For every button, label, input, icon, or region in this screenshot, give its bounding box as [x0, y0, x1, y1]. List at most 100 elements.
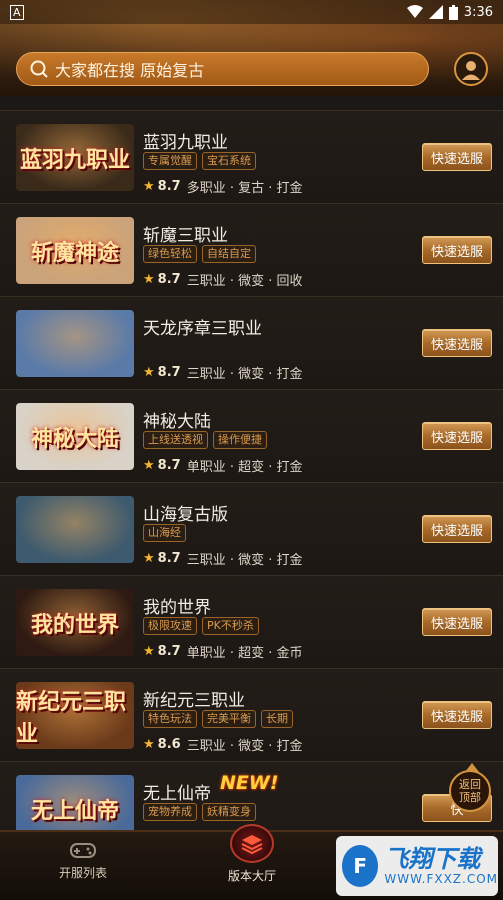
game-tag: 绿色轻松: [143, 245, 197, 263]
star-icon: ★: [143, 551, 155, 566]
game-tag: 完美平衡: [202, 710, 256, 728]
game-thumbnail[interactable]: 神秘大陆: [16, 403, 134, 470]
user-icon: [462, 61, 480, 80]
game-tag: 宝石系统: [202, 152, 256, 170]
app-notification-icon: A: [10, 4, 24, 20]
game-thumbnail[interactable]: 新纪元三职业: [16, 682, 134, 749]
game-score: 8.6: [157, 737, 181, 752]
game-meta: ★ 8.7 单职业 · 超变 · 打金: [143, 456, 302, 475]
game-row[interactable]: 神秘大陆 神秘大陆 上线送透视 操作便捷 ★ 8.7 单职业 · 超变 · 打金 快速选服: [0, 389, 503, 482]
game-row[interactable]: 我的世界 我的世界 极限攻速 PK不秒杀 ★ 8.7 单职业 · 超变 · 金币 快速选服: [0, 575, 503, 668]
star-icon: ★: [143, 179, 155, 194]
game-info: 三职业 · 微变 · 回收: [186, 274, 303, 289]
game-tags: 上线送透视 操作便捷: [143, 431, 267, 449]
game-title[interactable]: 神秘大陆: [143, 407, 211, 432]
game-tags: 山海经: [143, 524, 186, 542]
layers-icon: [230, 824, 274, 863]
quick-select-server-button[interactable]: 快速选服: [422, 701, 492, 729]
gamepad-icon: [70, 843, 96, 858]
game-score: 8.7: [157, 458, 181, 473]
quick-select-server-button[interactable]: 快速选服: [422, 608, 492, 636]
game-thumbnail[interactable]: [16, 496, 134, 563]
quick-select-server-button[interactable]: 快速选服: [422, 236, 492, 264]
game-title[interactable]: 天龙序章三职业: [143, 314, 262, 339]
game-tag: 自结自定: [202, 245, 256, 263]
signal-icon: [428, 5, 443, 19]
game-thumbnail[interactable]: 蓝羽九职业: [16, 124, 134, 191]
game-row[interactable]: 天龙序章三职业 ★ 8.7 三职业 · 微变 · 打金 快速选服: [0, 296, 503, 389]
nav-version-hall[interactable]: 版本大厅: [210, 824, 294, 884]
new-badge: NEW!: [220, 772, 279, 794]
game-score: 8.7: [157, 551, 181, 566]
game-meta: ★ 8.6 三职业 · 微变 · 打金: [143, 735, 302, 754]
watermark-logo-icon: F: [342, 845, 379, 887]
clock: 3:36: [463, 4, 493, 20]
game-tag: 极限攻速: [143, 617, 197, 635]
star-icon: ★: [143, 365, 155, 380]
quick-select-server-button[interactable]: 快速选服: [422, 515, 492, 543]
game-tag: 特色玩法: [143, 710, 197, 728]
search-placeholder: 大家都在搜 原始复古: [55, 61, 205, 80]
game-row[interactable]: 新纪元三职业 新纪元三职业 特色玩法 完美平衡 长期 ★ 8.6 三职业 · 微变 · 打金 快…: [0, 668, 503, 761]
game-tag: 专属觉醒: [143, 152, 197, 170]
nav-server-list[interactable]: 开服列表: [33, 840, 133, 881]
nav-version-hall-label: 版本大厅: [227, 869, 276, 883]
search-bar[interactable]: 大家都在搜 原始复古: [16, 52, 429, 86]
game-score: 8.7: [157, 365, 181, 380]
game-info: 多职业 · 复古 · 打金: [186, 181, 303, 196]
game-tags: 专属觉醒 宝石系统: [143, 152, 256, 170]
game-score: 8.7: [157, 272, 181, 287]
quick-select-server-button[interactable]: 快速选服: [422, 329, 492, 357]
game-meta: ★ 8.7 三职业 · 微变 · 打金: [143, 363, 302, 382]
back-to-top-label: 返回 顶部: [459, 778, 481, 804]
game-info: 单职业 · 超变 · 金币: [186, 646, 303, 661]
game-tag: 宠物养成: [143, 803, 197, 821]
game-title[interactable]: 新纪元三职业: [143, 686, 245, 711]
game-score: 8.7: [157, 644, 181, 659]
game-meta: ★ 8.7 三职业 · 微变 · 回收: [143, 270, 302, 289]
game-thumbnail[interactable]: 斩魔神途: [16, 217, 134, 284]
game-row[interactable]: 蓝羽九职业 蓝羽九职业 专属觉醒 宝石系统 ★ 8.7 多职业 · 复古 · 打金 快速选服: [0, 110, 503, 203]
site-watermark: F 飞翔下载 WWW.FXXZ.COM: [336, 836, 498, 896]
game-info: 三职业 · 微变 · 打金: [186, 553, 303, 568]
game-tags: 绿色轻松 自结自定: [143, 245, 256, 263]
game-tags: 特色玩法 完美平衡 长期: [143, 710, 293, 728]
game-meta: ★ 8.7 三职业 · 微变 · 打金: [143, 549, 302, 568]
battery-icon: [448, 4, 458, 20]
star-icon: ★: [143, 737, 155, 752]
game-title[interactable]: 斩魔三职业: [143, 221, 228, 246]
game-meta: ★ 8.7 多职业 · 复古 · 打金: [143, 177, 302, 196]
star-icon: ★: [143, 272, 155, 287]
watermark-url: WWW.FXXZ.COM: [384, 872, 498, 886]
game-tag: 长期: [261, 710, 293, 728]
game-tag: 妖精变身: [202, 803, 256, 821]
game-info: 单职业 · 超变 · 打金: [186, 460, 303, 475]
game-title[interactable]: 蓝羽九职业: [143, 128, 228, 153]
game-title[interactable]: 我的世界: [143, 593, 211, 618]
quick-select-server-button[interactable]: 快速选服: [422, 143, 492, 171]
game-thumbnail[interactable]: [16, 310, 134, 377]
game-tag: PK不秒杀: [202, 617, 259, 635]
game-tags: 宠物养成 妖精变身: [143, 803, 256, 821]
back-to-top-button[interactable]: 返回 顶部: [449, 763, 491, 812]
game-title[interactable]: 山海复古版: [143, 500, 228, 525]
game-tags: 极限攻速 PK不秒杀: [143, 617, 259, 635]
game-info: 三职业 · 微变 · 打金: [186, 739, 303, 754]
watermark-title: 飞翔下载: [384, 845, 481, 873]
status-bar: A 3:36: [0, 0, 503, 24]
game-info: 三职业 · 微变 · 打金: [186, 367, 303, 382]
game-tag: 上线送透视: [143, 431, 208, 449]
game-row[interactable]: 山海复古版 山海经 ★ 8.7 三职业 · 微变 · 打金 快速选服: [0, 482, 503, 575]
game-tag: 操作便捷: [213, 431, 267, 449]
game-tag: 山海经: [143, 524, 186, 542]
user-avatar[interactable]: [454, 52, 488, 86]
search-icon: [30, 60, 48, 78]
quick-select-server-button[interactable]: 快速选服: [422, 422, 492, 450]
game-score: 8.7: [157, 179, 181, 194]
wifi-icon: [406, 5, 423, 18]
game-title[interactable]: 无上仙帝: [143, 779, 211, 804]
game-thumbnail[interactable]: 我的世界: [16, 589, 134, 656]
nav-server-list-label: 开服列表: [58, 866, 107, 880]
game-row[interactable]: 斩魔神途 斩魔三职业 绿色轻松 自结自定 ★ 8.7 三职业 · 微变 · 回收 快速选服: [0, 203, 503, 296]
game-list: 蓝羽九职业 蓝羽九职业 专属觉醒 宝石系统 ★ 8.7 多职业 · 复古 · 打金 快速选服斩…: [0, 110, 503, 854]
